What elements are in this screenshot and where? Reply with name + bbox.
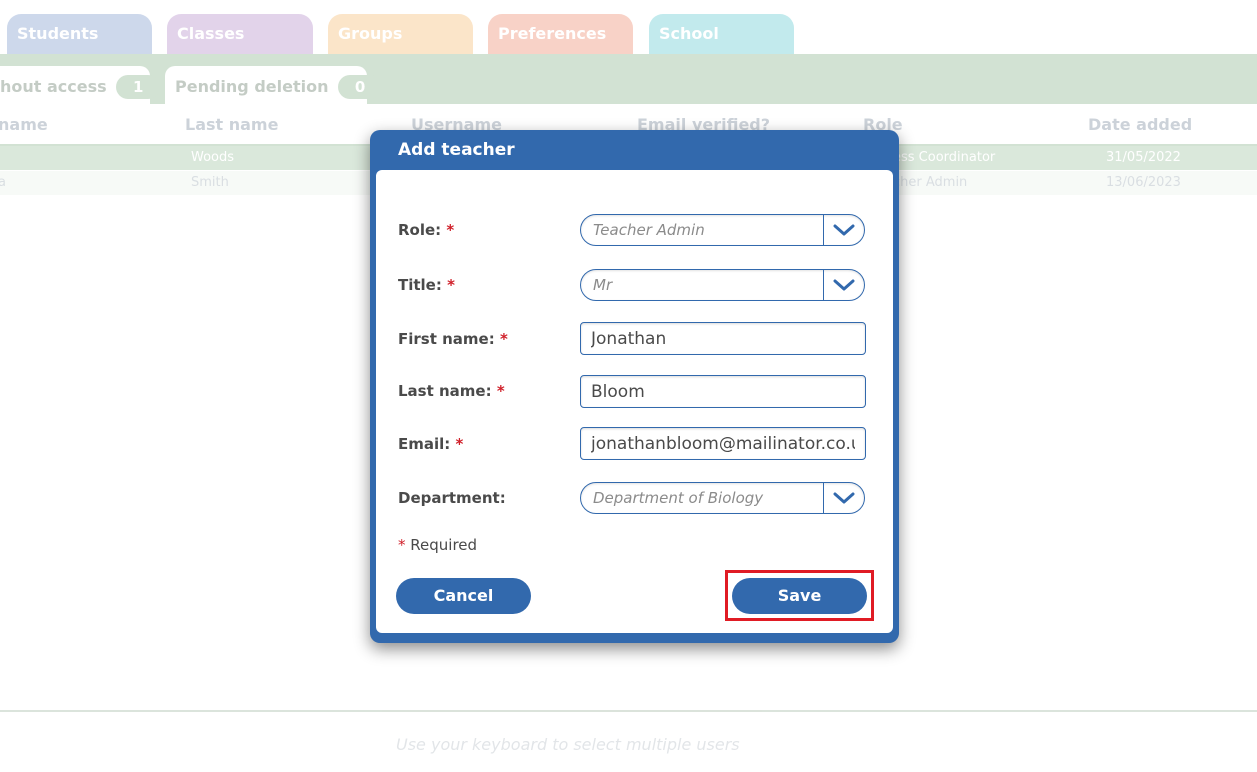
count-badge: 0 — [338, 75, 383, 99]
required-star: * — [447, 276, 455, 294]
column-header-last-name[interactable]: Last name — [185, 115, 278, 134]
column-header-date-added[interactable]: Date added — [1088, 115, 1192, 134]
cell-last-name: Smith — [191, 175, 229, 190]
cancel-button[interactable]: Cancel — [396, 578, 531, 614]
add-teacher-dialog: Add teacher Role: * Teacher Admin Title:… — [370, 130, 899, 643]
title-select-value: Mr — [593, 276, 613, 294]
required-star: * — [455, 435, 464, 453]
chevron-down-icon[interactable] — [823, 215, 864, 245]
cell-date-added: 13/06/2023 — [1106, 175, 1181, 190]
department-select-value: Department of Biology — [593, 489, 764, 507]
count-badge: 1 — [116, 75, 161, 99]
tab-groups[interactable]: Groups — [328, 14, 473, 54]
required-star: * — [499, 330, 508, 348]
chevron-down-icon[interactable] — [823, 483, 864, 513]
email-field[interactable] — [580, 427, 866, 460]
required-star: * — [446, 221, 455, 239]
department-label-text: Department: — [398, 489, 506, 507]
first-name-label-text: First name: — [398, 330, 495, 348]
chevron-down-icon[interactable] — [823, 270, 864, 300]
page: Students Classes Groups Preferences Scho… — [0, 0, 1257, 772]
cell-role: cher Admin — [893, 175, 968, 190]
department-select[interactable]: Department of Biology — [580, 482, 865, 514]
email-label-text: Email: — [398, 435, 451, 453]
email-label: Email: * — [398, 435, 463, 453]
column-header-first-name[interactable]: name — [0, 115, 48, 134]
title-label-text: Title: — [398, 276, 442, 294]
role-select[interactable]: Teacher Admin — [580, 214, 865, 246]
keyboard-hint: Use your keyboard to select multiple use… — [396, 735, 740, 754]
last-name-label: Last name: * — [398, 382, 505, 400]
role-label: Role: * — [398, 221, 454, 239]
required-note: * Required — [398, 536, 477, 554]
dialog-body: Role: * Teacher Admin Title: * Mr First … — [376, 170, 893, 633]
last-name-field[interactable] — [580, 375, 866, 408]
subtab-label: Pending deletion — [175, 77, 329, 96]
cell-first-name: a — [0, 175, 6, 190]
required-note-text: Required — [410, 536, 478, 554]
tab-preferences[interactable]: Preferences — [488, 14, 633, 54]
required-star: * — [496, 382, 505, 400]
sub-tab-bar: hout access 1 Pending deletion 0 — [0, 54, 1257, 104]
required-star: * — [398, 536, 406, 554]
save-highlight-box — [725, 570, 874, 621]
tab-school[interactable]: School — [649, 14, 794, 54]
first-name-label: First name: * — [398, 330, 508, 348]
first-name-field[interactable] — [580, 322, 866, 355]
subtab-label: hout access — [0, 77, 107, 96]
role-select-value: Teacher Admin — [593, 221, 705, 239]
cell-role: ess Coordinator — [893, 150, 996, 165]
footer-divider — [0, 710, 1257, 712]
role-label-text: Role: — [398, 221, 442, 239]
subtab-pending-deletion[interactable]: Pending deletion 0 — [165, 66, 383, 104]
title-label: Title: * — [398, 276, 455, 294]
title-select[interactable]: Mr — [580, 269, 865, 301]
cell-last-name: Woods — [191, 150, 235, 165]
cell-date-added: 31/05/2022 — [1106, 150, 1181, 165]
subtab-without-access[interactable]: hout access 1 — [0, 66, 161, 104]
dialog-title: Add teacher — [398, 140, 515, 160]
tab-classes[interactable]: Classes — [167, 14, 313, 54]
department-label: Department: — [398, 489, 506, 507]
tab-students[interactable]: Students — [7, 14, 152, 54]
last-name-label-text: Last name: — [398, 382, 492, 400]
